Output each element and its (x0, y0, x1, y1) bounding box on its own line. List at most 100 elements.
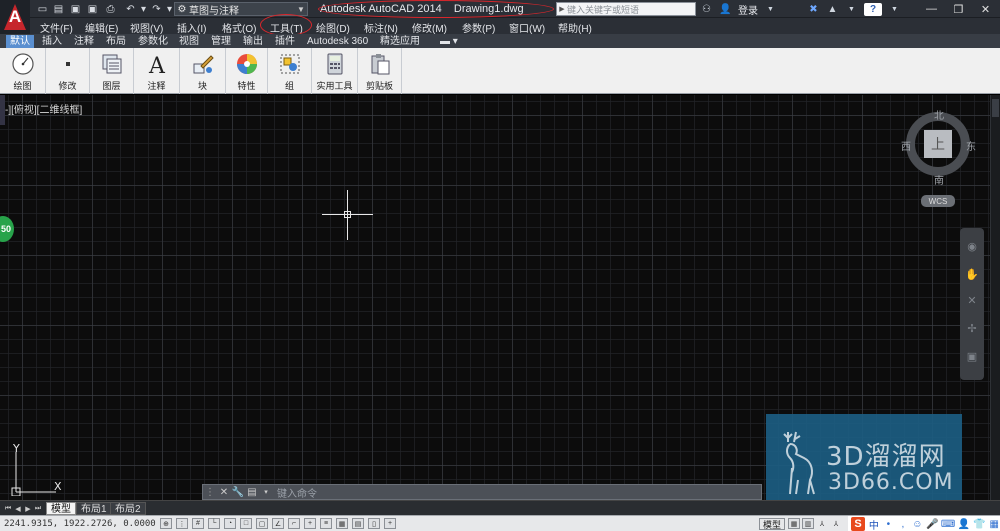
menu-parametric[interactable]: 参数(P) (462, 20, 495, 35)
menu-window[interactable]: 窗口(W) (509, 20, 545, 35)
object-snap-icon[interactable]: □ (240, 518, 252, 529)
transparency-icon[interactable]: ▦ (336, 518, 348, 529)
save-icon[interactable]: ▣ (69, 3, 82, 15)
vertical-scrollbar[interactable] (990, 95, 1000, 500)
close-icon[interactable]: ✕ (972, 0, 999, 18)
close-icon[interactable]: ✕ (217, 485, 231, 499)
scrollbar-thumb[interactable] (992, 99, 999, 117)
command-input[interactable]: 键入命令 (277, 485, 317, 500)
layout-tab-2[interactable]: 布局2 (110, 502, 146, 515)
layout-tab-1[interactable]: 布局1 (76, 502, 112, 515)
menu-modify[interactable]: 修改(M) (412, 20, 447, 35)
compass-west[interactable]: 西 (901, 138, 911, 153)
tab-insert[interactable]: 插入 (38, 35, 66, 48)
tab-output[interactable]: 输出 (239, 35, 267, 48)
user-icon[interactable]: 👤 (719, 3, 732, 15)
panel-properties[interactable]: 特性 (226, 48, 268, 94)
previous-layout-icon[interactable]: ◀ (14, 504, 22, 513)
exchange-icon[interactable]: ✖ (807, 3, 820, 15)
ortho-mode-icon[interactable]: └ (208, 518, 220, 529)
toolbox-icon[interactable]: ▦ (989, 518, 1000, 531)
annotation-monitor-icon[interactable]: + (384, 518, 396, 529)
panel-clipboard[interactable]: 剪贴板 (358, 48, 402, 94)
dynamic-ucs-icon[interactable]: ⌐ (288, 518, 300, 529)
compass-south[interactable]: 南 (934, 172, 944, 187)
compass-east[interactable]: 东 (966, 138, 976, 153)
half-width-icon[interactable]: • (883, 518, 895, 531)
command-grip-icon[interactable]: ⋮ (203, 485, 217, 499)
redo-icon[interactable]: ↷ (150, 3, 163, 15)
autodesk360-icon[interactable]: ▲ (826, 3, 839, 15)
menu-edit[interactable]: 编辑(E) (85, 20, 118, 35)
restore-icon[interactable]: ❐ (945, 0, 972, 18)
viewport-controls-label[interactable]: -][俯视][二维线框] (5, 101, 82, 116)
keyboard-icon[interactable]: ⌨ (941, 518, 955, 531)
steering-wheel-icon[interactable]: ◉ (964, 238, 980, 254)
quick-view-layouts-icon[interactable]: ▦ (788, 518, 800, 529)
user-icon[interactable]: 👤 (958, 518, 970, 531)
help-button[interactable]: ? (864, 2, 882, 16)
menu-help[interactable]: 帮助(H) (558, 20, 592, 35)
open-icon[interactable]: ▤ (52, 3, 65, 15)
quick-view-drawings-icon[interactable]: ▥ (802, 518, 814, 529)
menu-insert[interactable]: 插入(I) (177, 20, 206, 35)
grid-display-icon[interactable]: # (192, 518, 204, 529)
tab-default[interactable]: 默认 (6, 35, 34, 48)
emoji-icon[interactable]: ☺ (912, 518, 924, 531)
next-layout-icon[interactable]: ▶ (24, 504, 32, 513)
chevron-down-icon[interactable]: ▼ (764, 3, 777, 15)
first-layout-icon[interactable]: ⏮ (4, 504, 12, 513)
infer-constraints-icon[interactable]: ⊕ (160, 518, 172, 529)
minimize-icon[interactable]: — (918, 0, 945, 18)
object-snap-tracking-icon[interactable]: ∠ (272, 518, 284, 529)
save-as-icon[interactable]: ▣ (86, 3, 99, 15)
tab-manage[interactable]: 管理 (207, 35, 235, 48)
punctuation-icon[interactable]: , (897, 518, 909, 531)
compass-north[interactable]: 北 (934, 107, 944, 122)
zoom-icon[interactable]: ✕ (964, 292, 980, 308)
undo-dropdown-icon[interactable]: ▾ (137, 3, 150, 15)
microphone-icon[interactable]: 🎤 (926, 518, 938, 531)
sogou-logo-icon[interactable]: S (851, 517, 866, 531)
layout-tab-model[interactable]: 模型 (46, 502, 76, 515)
tab-layout[interactable]: 布局 (102, 35, 130, 48)
skin-icon[interactable]: 👕 (973, 518, 985, 531)
ribbon-toggle-icon[interactable]: ▬ ▾ (436, 35, 462, 48)
chevron-down-icon[interactable]: ▾ (259, 485, 273, 499)
dynamic-input-icon[interactable]: + (304, 518, 316, 529)
panel-group[interactable]: 组 (268, 48, 312, 94)
new-icon[interactable]: ▭ (36, 3, 49, 15)
command-history-icon[interactable]: ▤ (245, 485, 259, 499)
undo-icon[interactable]: ↶ (124, 3, 137, 15)
chevron-down-icon[interactable]: ▼ (888, 3, 901, 15)
3d-object-snap-icon[interactable]: ▢ (256, 518, 268, 529)
tab-view[interactable]: 视图 (175, 35, 203, 48)
tab-parametric[interactable]: 参数化 (134, 35, 172, 48)
panel-modify[interactable]: 修改 (46, 48, 90, 94)
chevron-down-icon[interactable]: ▼ (845, 3, 858, 15)
tab-annotate[interactable]: 注释 (70, 35, 98, 48)
pan-icon[interactable]: ✋ (964, 266, 980, 282)
panel-layers[interactable]: 图层 (90, 48, 134, 94)
ime-language-label[interactable]: 中 (868, 518, 880, 531)
menu-format[interactable]: 格式(O) (222, 20, 256, 35)
polar-tracking-icon[interactable]: ◔ (224, 518, 236, 529)
search-input[interactable]: ▶ 键入关键字或短语 (556, 2, 696, 16)
last-layout-icon[interactable]: ⏭ (34, 504, 42, 513)
panel-block[interactable]: 块 (180, 48, 226, 94)
wrench-icon[interactable]: 🔧 (231, 485, 245, 499)
panel-annotation[interactable]: A 注释 (134, 48, 180, 94)
viewcube-top-face[interactable]: 上 (924, 130, 952, 158)
menu-draw[interactable]: 绘图(D) (316, 20, 350, 35)
menu-dimension[interactable]: 标注(N) (364, 20, 398, 35)
annotation-visibility-icon[interactable]: ⅄ (830, 518, 842, 529)
lineweight-icon[interactable]: ≡ (320, 518, 332, 529)
tab-featured-apps[interactable]: 精选应用 (376, 35, 424, 48)
autocad-logo[interactable]: A (0, 0, 30, 34)
orbit-icon[interactable]: ✢ (964, 320, 980, 336)
print-icon[interactable]: ⎙ (104, 3, 117, 15)
quick-properties-icon[interactable]: ▤ (352, 518, 364, 529)
snap-mode-icon[interactable]: ⋮ (176, 518, 188, 529)
login-button[interactable]: 登录 (738, 2, 758, 17)
model-space-button[interactable]: 模型 (759, 518, 785, 530)
